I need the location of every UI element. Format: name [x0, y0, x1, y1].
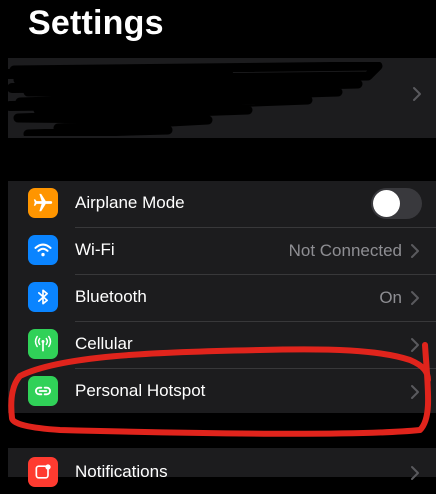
settings-group-connectivity: Airplane Mode Wi-Fi Not Connected Blueto…	[8, 181, 436, 413]
personal-hotspot-icon	[28, 376, 58, 406]
settings-group-notifications: Notifications	[8, 448, 436, 487]
wifi-label: Wi-Fi	[75, 240, 115, 259]
airplane-mode-label: Airplane Mode	[75, 193, 185, 212]
wifi-row[interactable]: Wi-Fi Not Connected	[8, 228, 436, 274]
chevron-right-icon	[413, 87, 421, 101]
redaction-scribble	[8, 62, 383, 136]
bluetooth-row[interactable]: Bluetooth On	[8, 275, 436, 321]
airplane-mode-row[interactable]: Airplane Mode	[8, 181, 436, 227]
cellular-icon	[28, 329, 58, 359]
chevron-right-icon	[411, 291, 419, 305]
chevron-right-icon	[411, 244, 419, 258]
wifi-icon	[28, 235, 58, 265]
cellular-label: Cellular	[75, 334, 133, 353]
wifi-status: Not Connected	[288, 241, 402, 260]
notifications-label: Notifications	[75, 462, 168, 481]
bluetooth-status: On	[379, 288, 402, 307]
chevron-right-icon	[411, 385, 419, 399]
notifications-icon	[28, 457, 58, 487]
chevron-right-icon	[411, 466, 419, 480]
bluetooth-icon	[28, 282, 58, 312]
personal-hotspot-label: Personal Hotspot	[75, 381, 206, 400]
page-title: Settings	[28, 4, 164, 42]
bluetooth-label: Bluetooth	[75, 287, 147, 306]
airplane-icon	[28, 188, 58, 218]
airplane-mode-toggle[interactable]	[371, 188, 422, 219]
personal-hotspot-row[interactable]: Personal Hotspot	[8, 369, 436, 415]
cellular-row[interactable]: Cellular	[8, 322, 436, 368]
chevron-right-icon	[411, 338, 419, 352]
notifications-row[interactable]: Notifications	[8, 448, 436, 494]
